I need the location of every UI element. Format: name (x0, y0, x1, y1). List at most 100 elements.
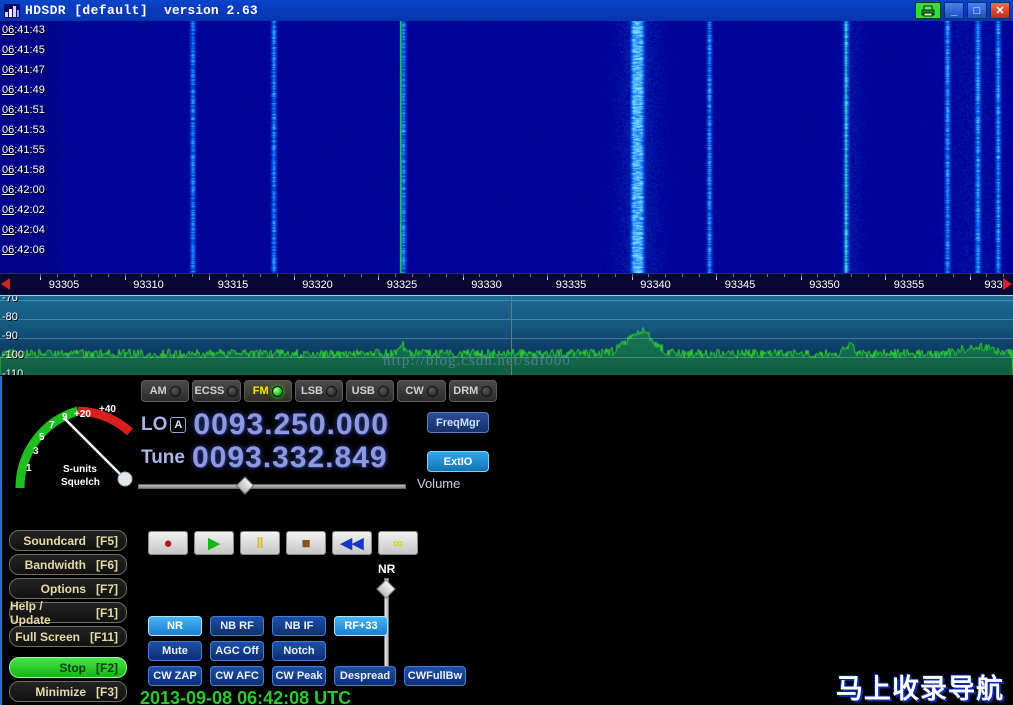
frequency-subtick (935, 274, 937, 277)
function-button-soundcard[interactable]: Soundcard [F5] (9, 530, 127, 551)
lo-frequency-value[interactable]: 0093.250.000 (193, 408, 389, 442)
dsp-button-despread[interactable]: Despread (334, 666, 396, 686)
function-button-options[interactable]: Options [F7] (9, 578, 127, 599)
frequency-subtick (952, 274, 954, 277)
tune-frequency-row[interactable]: Tune 0093.332.849 (141, 441, 441, 474)
tune-frequency-value[interactable]: 0093.332.849 (192, 441, 388, 475)
nr-slider-label: NR (378, 562, 396, 576)
loop-button[interactable]: ∞ (378, 531, 418, 555)
stop-button[interactable]: ■ (286, 531, 326, 555)
extio-button[interactable]: ExtIO (427, 451, 489, 472)
dsp-button-rf-33[interactable]: RF+33 (334, 616, 388, 636)
freqmgr-button[interactable]: FreqMgr (427, 412, 489, 433)
frequency-tick-label: 93355 (893, 279, 925, 291)
volume-slider-thumb[interactable] (235, 476, 255, 495)
maximize-button[interactable]: □ (967, 2, 987, 19)
dsp-button-nb-if[interactable]: NB IF (272, 616, 326, 636)
minimize-button[interactable]: _ (944, 2, 964, 19)
frequency-subtick (107, 274, 109, 277)
frequency-subtick (496, 274, 498, 277)
mode-button-drm[interactable]: DRM (448, 380, 497, 402)
frequency-subtick (665, 274, 667, 277)
frequency-tick-label: 93350 (809, 279, 840, 291)
dsp-button-cwfullbw[interactable]: CWFullBw (404, 666, 466, 686)
rewind-button[interactable]: ◀◀ (332, 531, 372, 555)
lo-frequency-row[interactable]: LO A 0093.250.000 (141, 408, 441, 441)
frequency-subtick (209, 274, 210, 277)
pause-button[interactable]: ‖ (240, 531, 280, 555)
function-button-label: Options (40, 581, 86, 596)
window-controls: _ □ ✕ (915, 2, 1010, 19)
frequency-ruler[interactable]: 93305 93310 93315 93320 93325 93330 93335 93340… (0, 273, 1013, 295)
frequency-subtick (834, 274, 836, 277)
rf-db-label: -70 (2, 295, 18, 304)
dsp-button-nb-rf[interactable]: NB RF (210, 616, 264, 636)
mode-led-icon (426, 385, 438, 397)
scroll-right-arrow-icon[interactable] (1003, 278, 1012, 290)
frequency-readouts: LO A 0093.250.000 Tune 0093.332.849 (141, 408, 441, 474)
mode-button-cw[interactable]: CW (397, 380, 446, 402)
mode-button-am[interactable]: AM (141, 380, 190, 402)
function-button-help-update[interactable]: Help / Update [F1] (9, 599, 127, 627)
function-button-minimize[interactable]: Minimize [F3] (9, 681, 127, 702)
dsp-button-cw-zap[interactable]: CW ZAP (148, 666, 202, 686)
mode-button-label: ECSS (194, 385, 225, 397)
play-button[interactable]: ▶ (194, 531, 234, 555)
dsp-button-cw-afc[interactable]: CW AFC (210, 666, 264, 686)
frequency-subtick (699, 274, 701, 277)
dsp-button-notch[interactable]: Notch (272, 641, 326, 661)
frequency-tick-label: 933 (984, 279, 1003, 291)
mode-button-fm[interactable]: FM (243, 380, 292, 402)
record-icon: ● (163, 534, 173, 552)
function-button-label: Stop (59, 660, 86, 675)
volume-slider[interactable] (138, 476, 406, 495)
dsp-button-nr[interactable]: NR (148, 616, 202, 636)
print-icon[interactable] (915, 2, 941, 19)
function-button-bandwidth[interactable]: Bandwidth [F6] (9, 554, 127, 575)
frequency-subtick (986, 274, 988, 277)
vfo-a-indicator[interactable]: A (170, 416, 187, 433)
mode-button-label: AM (149, 385, 167, 397)
rewind-icon: ◀◀ (340, 535, 364, 552)
dsp-button-cw-peak[interactable]: CW Peak (272, 666, 326, 686)
function-button-full-screen[interactable]: Full Screen [F11] (9, 626, 127, 647)
frequency-subtick (631, 274, 633, 277)
function-button-label: Help / Update (10, 598, 51, 627)
mode-led-icon (481, 385, 493, 397)
mode-button-usb[interactable]: USB (346, 380, 395, 402)
frequency-subtick (242, 274, 244, 277)
mode-button-lsb[interactable]: LSB (294, 380, 344, 402)
rf-waterfall-display[interactable] (0, 21, 1013, 273)
close-button[interactable]: ✕ (990, 2, 1010, 19)
frequency-tick-label: 93325 (386, 279, 418, 291)
frequency-subtick (310, 274, 312, 277)
s-meter-tick-9: 9 (62, 412, 68, 423)
rf-gridline (0, 319, 1013, 320)
s-meter-tick-7: 7 (49, 420, 55, 431)
rf-db-label: -90 (2, 330, 18, 342)
frequency-tick-label: 93345 (724, 279, 756, 291)
record-button[interactable]: ● (148, 531, 188, 555)
mode-led-icon (271, 385, 283, 397)
dsp-button-agc-off[interactable]: AGC Off (210, 641, 264, 661)
function-button-stop[interactable]: Stop [F2] (9, 657, 127, 678)
nr-slider-thumb[interactable] (376, 579, 396, 599)
title-bar: HDSDR [default] version 2.63 _ □ ✕ (0, 0, 1013, 21)
frequency-subtick (428, 274, 430, 277)
scroll-left-arrow-icon[interactable] (1, 278, 10, 290)
mode-button-label: DRM (453, 385, 479, 397)
mode-button-ecss[interactable]: ECSS (192, 380, 241, 402)
window-version: version 2.63 (164, 3, 258, 18)
mode-led-icon (227, 385, 239, 397)
frequency-subtick (597, 274, 599, 277)
frequency-subtick (175, 274, 177, 277)
frequency-subtick (530, 274, 532, 277)
function-button-label: Minimize (35, 684, 86, 699)
hdsdr-logo-icon (4, 3, 20, 18)
frequency-tick-label: 93330 (471, 279, 502, 291)
frequency-subtick (361, 274, 363, 277)
frequency-subtick (411, 274, 413, 277)
tune-label: Tune (141, 446, 185, 468)
frequency-subtick (293, 274, 295, 277)
dsp-button-mute[interactable]: Mute (148, 641, 202, 661)
